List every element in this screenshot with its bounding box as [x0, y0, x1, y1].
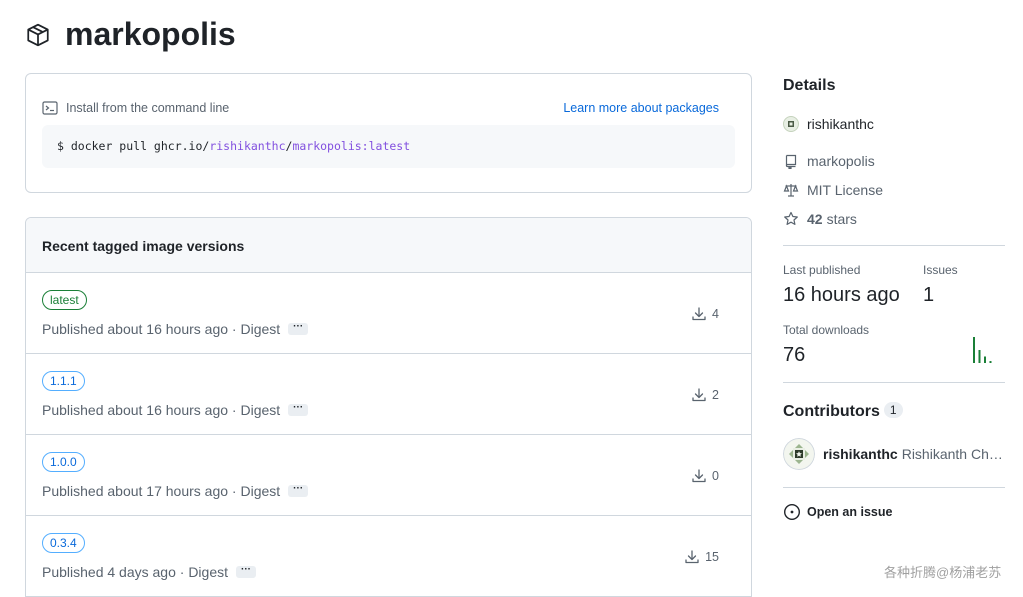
published-info: Published about 17 hours ago · Digest ··… [42, 483, 309, 499]
sparkline-bar [978, 350, 981, 363]
issue-opened-icon [783, 503, 801, 521]
contributors-title: Contributors 1 [783, 402, 903, 421]
published-text: Published about 17 hours ago · Digest [42, 483, 281, 499]
page-title: markopolis [65, 16, 236, 52]
download-count: 0 [691, 468, 719, 484]
version-row: 1.1.1 Published about 16 hours ago · Dig… [26, 354, 751, 435]
install-panel: Install from the command line Learn more… [25, 73, 752, 193]
digest-expand-button[interactable]: ··· [288, 322, 309, 335]
star-icon [784, 211, 798, 225]
learn-more-link[interactable]: Learn more about packages [563, 101, 719, 115]
download-icon [685, 550, 699, 564]
license-link[interactable]: MIT License [783, 182, 883, 198]
downloads-sparkline [973, 337, 992, 363]
sparkline-bar [973, 337, 975, 363]
digest-expand-button[interactable]: ··· [288, 403, 309, 416]
owner-link[interactable]: rishikanthc [783, 116, 874, 132]
command-owner: rishikanthc [209, 139, 286, 153]
download-value: 2 [712, 388, 719, 402]
package-icon [27, 23, 49, 46]
download-count: 2 [691, 387, 719, 403]
docker-command[interactable]: $ docker pull ghcr.io/rishikanthc/markop… [42, 125, 735, 168]
download-icon [692, 469, 706, 483]
law-scale-icon [783, 184, 799, 197]
download-icon [692, 388, 706, 402]
version-row: 1.0.0 Published about 17 hours ago · Dig… [26, 435, 751, 516]
divider [783, 245, 1005, 246]
divider [783, 382, 1005, 383]
download-icon [692, 307, 706, 321]
license-name: MIT License [807, 182, 883, 198]
version-tag[interactable]: 0.3.4 [42, 533, 85, 553]
digest-expand-button[interactable]: ··· [288, 484, 309, 497]
version-row: latest Published about 16 hours ago · Di… [26, 273, 751, 354]
repo-name: markopolis [807, 153, 875, 169]
download-value: 15 [705, 550, 719, 564]
command-image: markopolis:latest [292, 139, 411, 153]
published-info: Published about 16 hours ago · Digest ··… [42, 402, 309, 418]
owner-name: rishikanthc [807, 116, 874, 132]
contributors-label: Contributors [783, 403, 880, 420]
contributor-fullname: Rishikanth Chandrasekaran [901, 446, 1005, 462]
issues-label: Issues [923, 263, 958, 277]
contributor-login: rishikanthc [823, 446, 898, 462]
version-tag[interactable]: 1.1.1 [42, 371, 85, 391]
stars-link[interactable]: 42 stars [783, 211, 857, 227]
repo-icon [785, 154, 797, 169]
contributor-item[interactable]: rishikanthc Rishikanth Chandrasekaran [783, 438, 1005, 470]
sparkline-bar [984, 356, 986, 363]
issues-value: 1 [923, 284, 935, 306]
page-header: markopolis [25, 16, 236, 53]
download-value: 4 [712, 307, 719, 321]
stars-label: stars [826, 211, 857, 227]
command-prefix: $ docker pull ghcr.io/ [57, 139, 210, 153]
install-label: Install from the command line [66, 101, 230, 115]
stars-count: 42 [807, 211, 823, 227]
watermark-text: 各种折腾@杨浦老苏 [884, 565, 1002, 580]
contributor-avatar [783, 438, 815, 470]
published-text: Published 4 days ago · Digest [42, 564, 228, 580]
total-downloads-label: Total downloads [783, 323, 870, 337]
repo-link[interactable]: markopolis [783, 153, 875, 169]
download-count: 4 [691, 306, 719, 322]
published-text: Published about 16 hours ago · Digest [42, 402, 281, 418]
last-published-value: 16 hours ago [783, 284, 900, 306]
download-count: 15 [684, 549, 719, 565]
owner-avatar-icon [783, 116, 799, 132]
version-row: 0.3.4 Published 4 days ago · Digest ··· … [26, 516, 751, 597]
versions-heading: Recent tagged image versions [26, 218, 751, 273]
total-downloads-value: 76 [783, 344, 806, 366]
open-issue-link[interactable]: Open an issue [783, 503, 892, 521]
published-info: Published 4 days ago · Digest ··· [42, 564, 256, 580]
digest-expand-button[interactable]: ··· [236, 565, 256, 578]
published-text: Published about 16 hours ago · Digest [42, 321, 281, 337]
open-issue-label: Open an issue [807, 505, 893, 519]
download-value: 0 [712, 469, 719, 483]
terminal-icon [42, 101, 58, 115]
sparkline-bar [989, 361, 992, 363]
last-published-label: Last published [783, 263, 861, 277]
version-tag[interactable]: latest [42, 290, 87, 310]
divider [783, 487, 1005, 488]
details-title: Details [783, 77, 836, 94]
versions-panel: Recent tagged image versions latest Publ… [25, 217, 752, 597]
install-heading: Install from the command line [42, 100, 229, 116]
published-info: Published about 16 hours ago · Digest ··… [42, 321, 309, 337]
version-tag[interactable]: 1.0.0 [42, 452, 85, 472]
contributors-count: 1 [883, 402, 903, 418]
